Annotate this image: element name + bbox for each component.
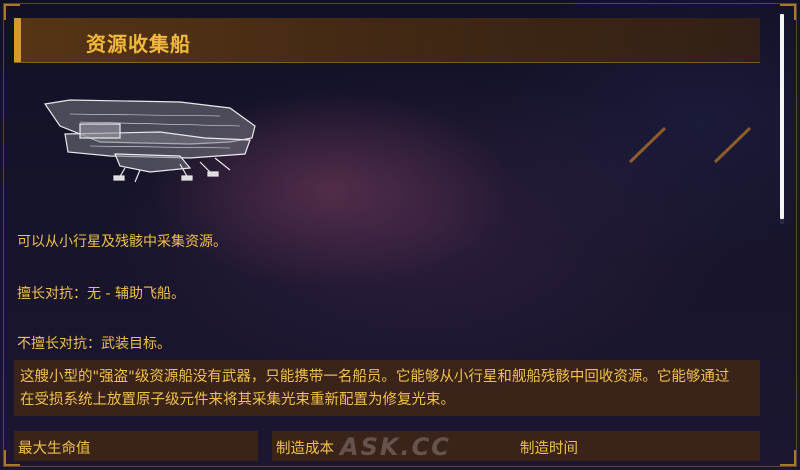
watermark: ASK.CC: [340, 433, 451, 461]
title-accent-bar: [14, 18, 21, 62]
build-time-label: 制造时间: [520, 441, 578, 457]
frame-corner-bottom-right: [780, 450, 796, 466]
decorative-slashes: [628, 126, 752, 164]
scrollbar-thumb[interactable]: [780, 14, 784, 219]
page-title: 资源收集船: [86, 32, 191, 56]
build-cost-label: 制造成本: [276, 441, 334, 457]
max-hp-label: 最大生命值: [18, 441, 91, 457]
weak-against-text: 不擅长对抗：武装目标。: [17, 336, 171, 352]
lore-text: 这艘小型的"强盗"级资源船没有武器，只能携带一名船员。它能够从小行星和舰船残骸中…: [20, 369, 730, 408]
strong-against-text: 擅长对抗：无 - 辅助飞船。: [17, 286, 185, 302]
mining-ship-icon: [43, 99, 256, 183]
ability-description: 可以从小行星及残骸中采集资源。: [17, 234, 227, 250]
